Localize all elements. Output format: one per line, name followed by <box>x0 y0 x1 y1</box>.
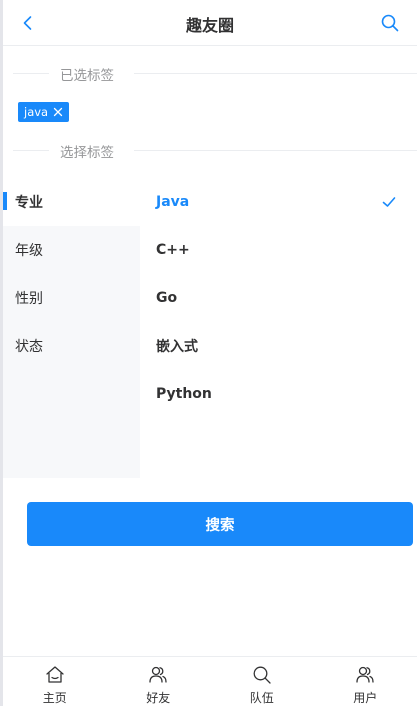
option-label: Go <box>156 290 178 306</box>
option-label: 嵌入式 <box>156 339 198 355</box>
nav-bar: 趣友圈 <box>3 0 417 46</box>
tab-user[interactable]: 用户 <box>314 657 417 706</box>
selected-tags-divider: 已选标签 <box>3 63 417 84</box>
category-status[interactable]: 状态 <box>3 322 140 370</box>
close-icon[interactable] <box>53 107 63 117</box>
user-icon <box>356 666 374 683</box>
tag-label: java <box>24 105 49 119</box>
search-icon[interactable] <box>379 12 401 34</box>
option-label: Java <box>156 194 190 210</box>
option-embedded[interactable]: 嵌入式 <box>140 322 417 370</box>
home-icon <box>46 666 64 683</box>
divider-line <box>134 73 417 74</box>
page-title: 趣友圈 <box>185 16 234 35</box>
tree-select-options: Java C++ Go 嵌入式 Python <box>140 178 417 478</box>
option-java[interactable]: Java <box>140 178 417 226</box>
search-icon <box>253 666 271 684</box>
category-gender[interactable]: 性别 <box>3 274 140 322</box>
category-major[interactable]: 专业 <box>3 178 140 226</box>
divider-line <box>134 150 417 151</box>
choose-tags-heading: 选择标签 <box>60 145 114 161</box>
tree-select-sidebar: 专业 年级 性别 状态 <box>3 178 140 478</box>
tab-bar: 主页 好友 队伍 用户 <box>3 656 417 706</box>
option-go[interactable]: Go <box>140 274 417 322</box>
selected-tags-heading: 已选标签 <box>60 68 114 84</box>
tab-label: 好友 <box>146 691 171 705</box>
category-grade[interactable]: 年级 <box>3 226 140 274</box>
selected-tag-java[interactable]: java <box>18 102 70 122</box>
tab-friends[interactable]: 好友 <box>107 657 211 706</box>
tab-label: 主页 <box>42 691 67 705</box>
tab-label: 队伍 <box>249 691 274 705</box>
tab-teams[interactable]: 队伍 <box>210 657 314 706</box>
option-cpp[interactable]: C++ <box>140 226 417 274</box>
tab-home[interactable]: 主页 <box>3 657 107 706</box>
check-icon <box>382 197 396 207</box>
option-python[interactable]: Python <box>140 370 417 418</box>
divider-line <box>13 150 49 151</box>
option-label: Python <box>156 386 212 402</box>
divider-line <box>13 73 49 74</box>
friends-icon <box>149 666 167 683</box>
search-button[interactable]: 搜索 <box>27 502 413 546</box>
option-label: C++ <box>156 242 190 258</box>
choose-tags-divider: 选择标签 <box>3 140 417 161</box>
tab-label: 用户 <box>353 691 378 705</box>
